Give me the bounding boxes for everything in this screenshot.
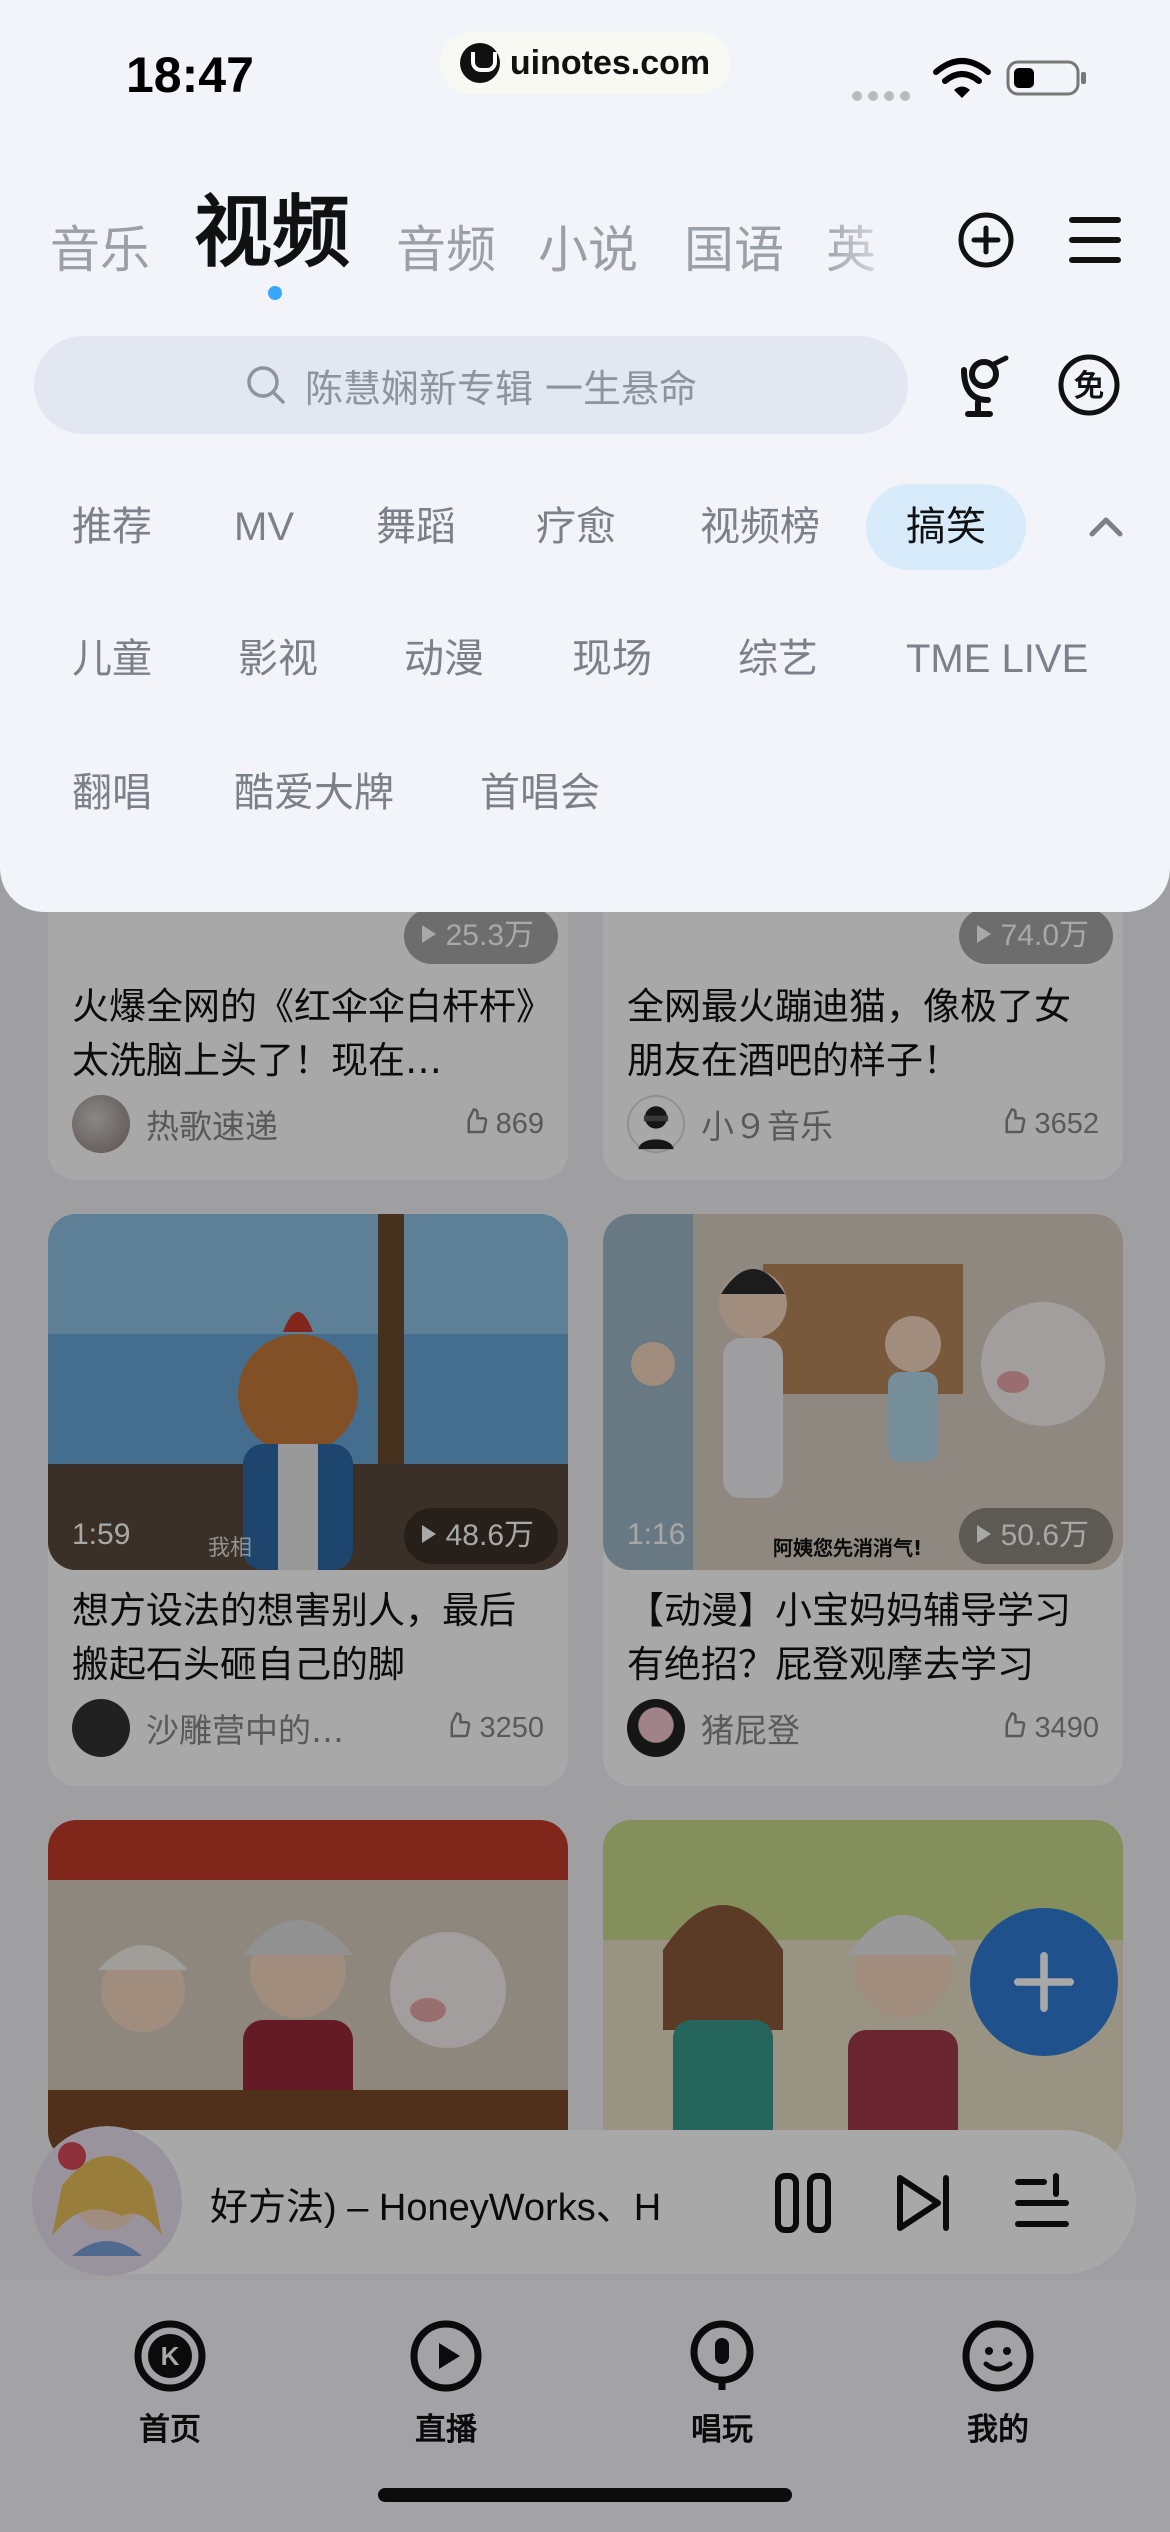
chip-debut-concert[interactable]: 首唱会 — [480, 750, 600, 836]
site-url: uinotes.com — [509, 43, 711, 82]
search-input[interactable]: 陈慧娴新专辑 一生悬命 — [34, 336, 908, 434]
chip-recommend[interactable]: 推荐 — [72, 484, 152, 570]
tab-mandarin[interactable]: 国语 — [684, 210, 784, 282]
url-pill: uinotes.com — [440, 32, 730, 94]
battery-icon — [1006, 60, 1086, 96]
chip-film[interactable]: 影视 — [238, 616, 318, 702]
category-dropdown-panel: 18:47 uinotes.com 音乐 视频 音频 小说 国语 英 陈慧娴新专… — [0, 0, 1170, 912]
chip-big-brands[interactable]: 酷爱大牌 — [234, 750, 394, 836]
wifi-icon — [933, 58, 991, 98]
menu-icon[interactable] — [1068, 214, 1122, 266]
svg-text:免: 免 — [1074, 369, 1104, 404]
chip-anime[interactable]: 动漫 — [404, 616, 484, 702]
add-circle-icon[interactable] — [956, 210, 1016, 270]
chip-healing[interactable]: 疗愈 — [536, 484, 616, 570]
chip-video-chart[interactable]: 视频榜 — [700, 484, 820, 570]
chip-funny[interactable]: 搞笑 — [866, 484, 1026, 570]
tab-music[interactable]: 音乐 — [50, 210, 150, 282]
chip-live-scene[interactable]: 现场 — [572, 616, 652, 702]
search-placeholder: 陈慧娴新专辑 一生悬命 — [304, 366, 698, 411]
active-tab-indicator — [268, 286, 282, 300]
chip-kids[interactable]: 儿童 — [72, 616, 152, 702]
chip-dance[interactable]: 舞蹈 — [376, 484, 456, 570]
tab-video[interactable]: 视频 — [194, 170, 350, 282]
chip-cover[interactable]: 翻唱 — [72, 750, 152, 836]
chip-mv[interactable]: MV — [234, 484, 294, 570]
chip-tme-live[interactable]: TME LIVE — [906, 616, 1088, 702]
free-icon[interactable]: 免 — [1056, 352, 1122, 418]
status-time: 18:47 — [126, 47, 254, 103]
tabs-fade — [820, 200, 910, 290]
tab-audio[interactable]: 音频 — [396, 210, 496, 282]
search-icon — [247, 366, 285, 404]
chip-variety[interactable]: 综艺 — [738, 616, 818, 702]
site-logo-icon — [459, 43, 500, 83]
mic-icon[interactable] — [950, 352, 1016, 418]
chevron-up-icon[interactable] — [1086, 512, 1126, 542]
tab-novel[interactable]: 小说 — [538, 210, 638, 282]
signal-icon — [852, 86, 916, 105]
